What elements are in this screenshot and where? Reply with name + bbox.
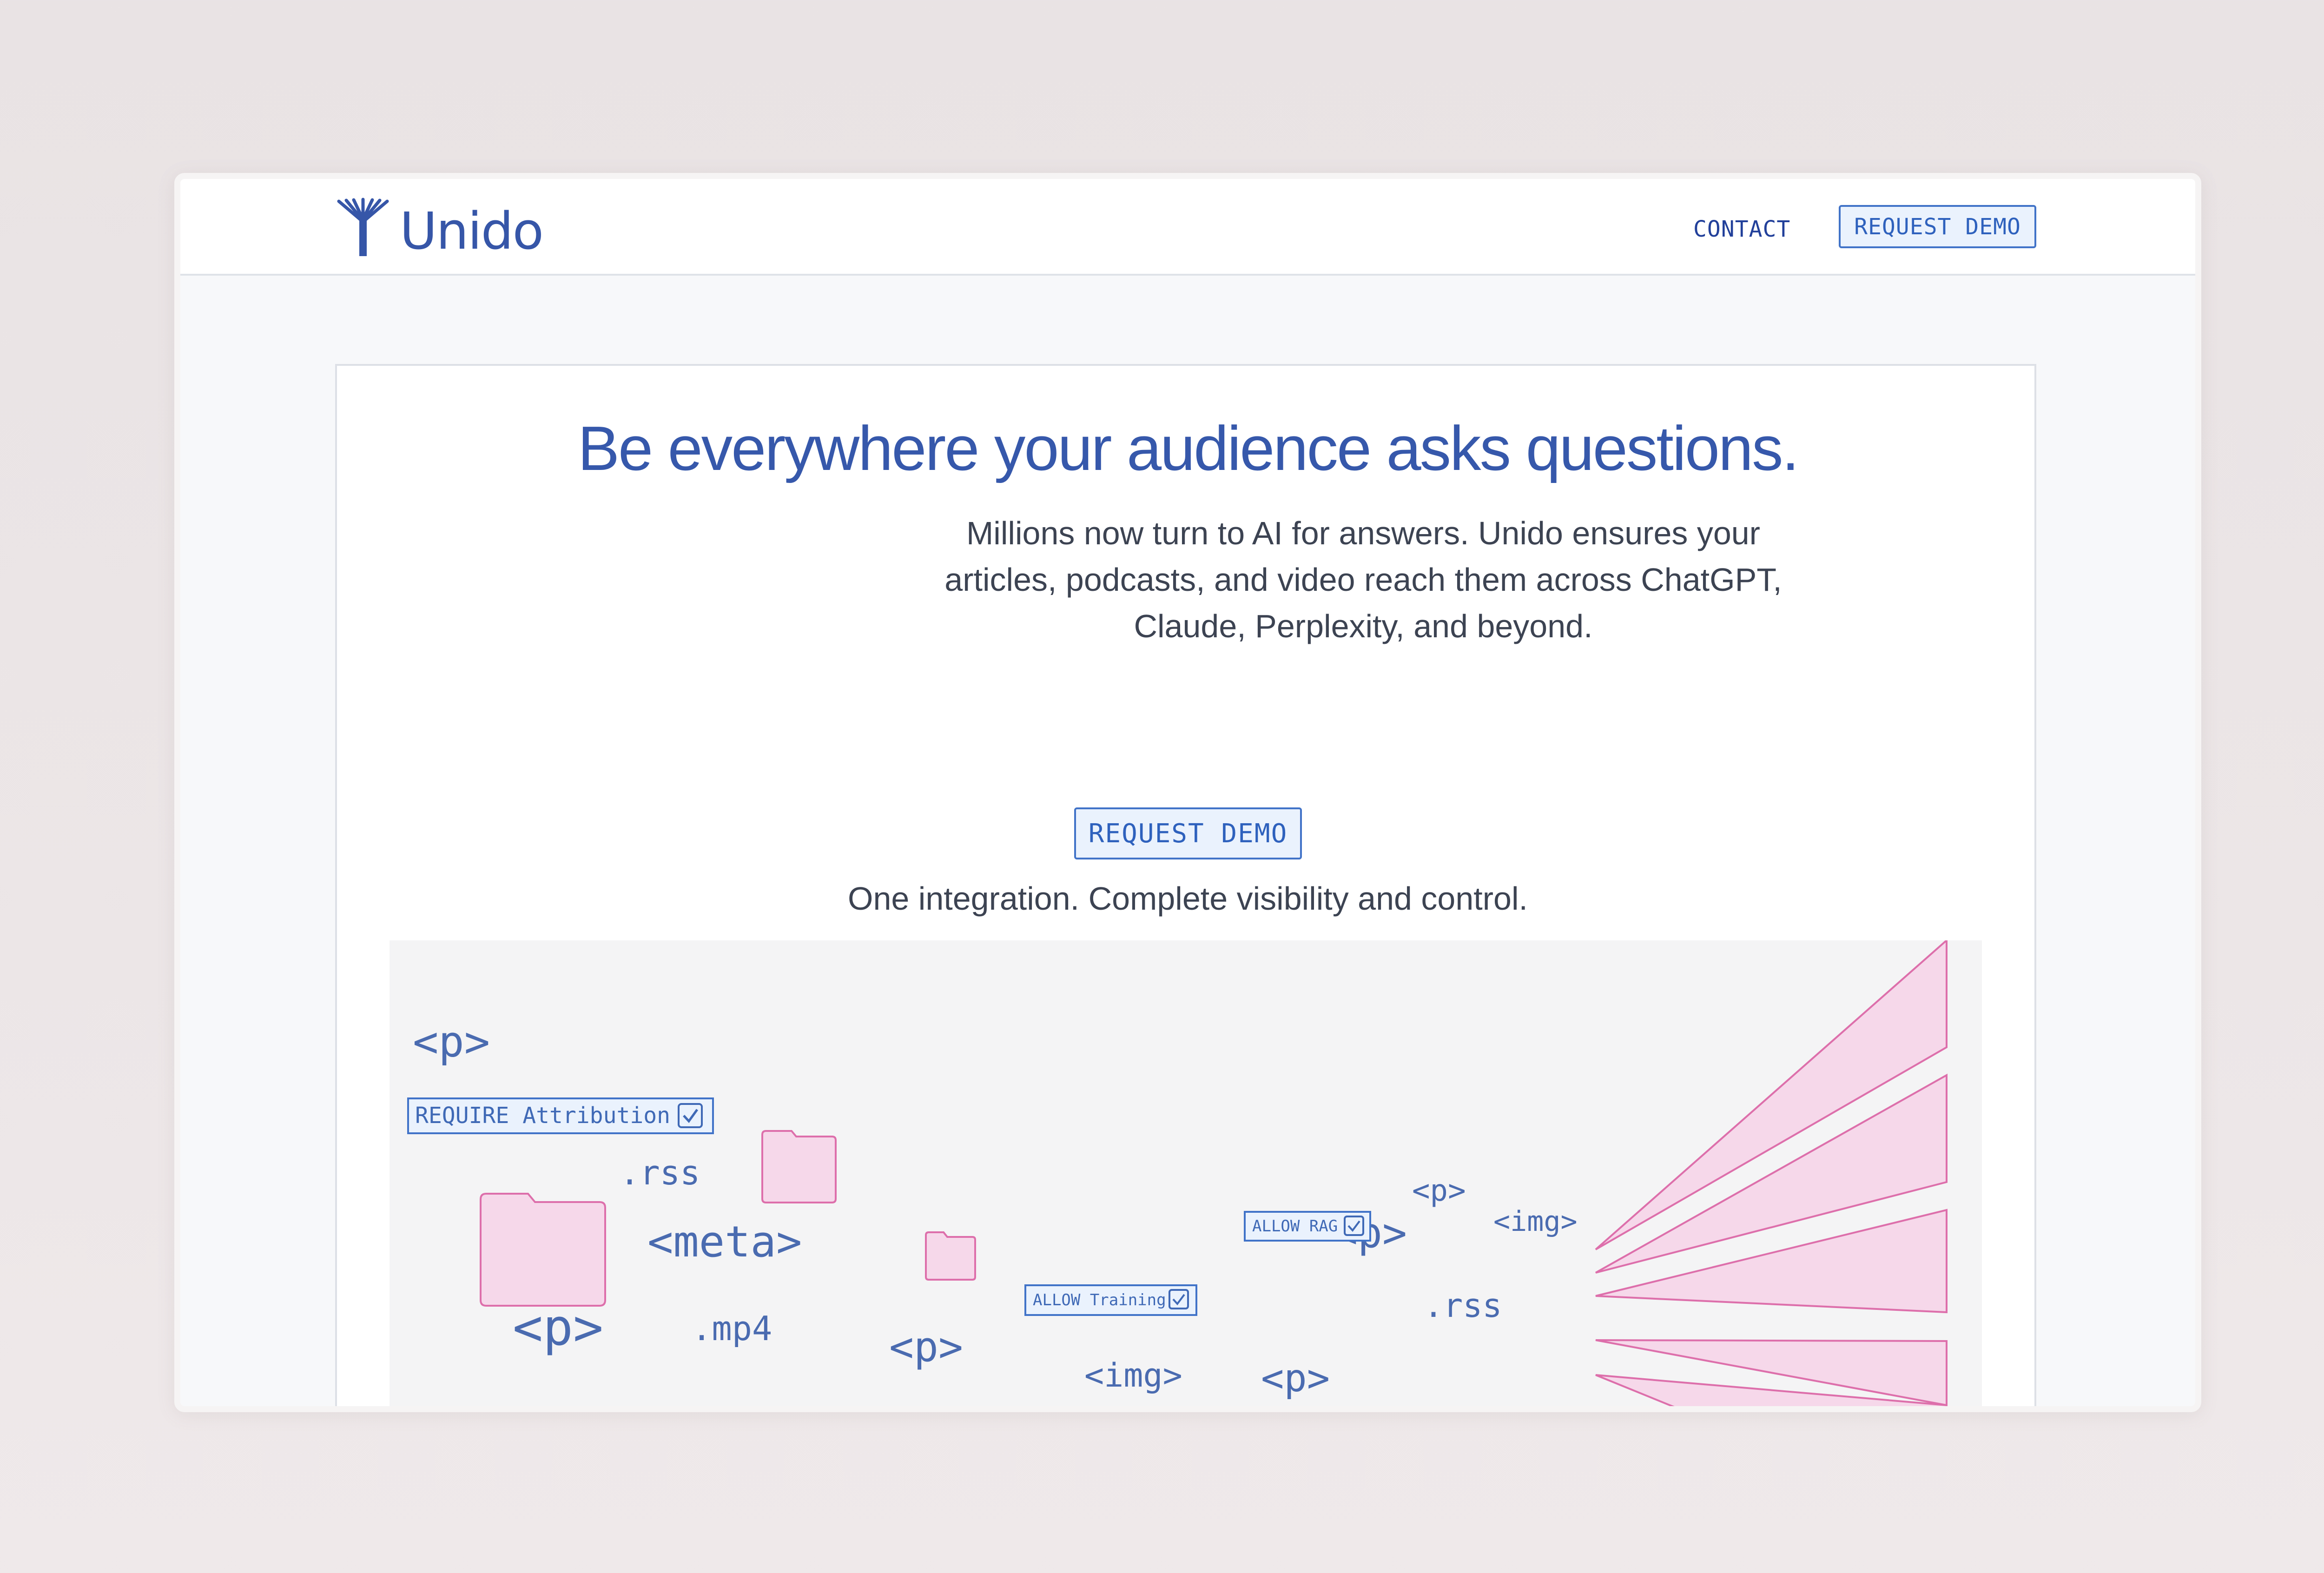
token-p: <p>: [889, 1323, 963, 1371]
brand-name[interactable]: Unido: [400, 201, 544, 261]
token-rss: .rss: [1424, 1287, 1502, 1325]
folder-icon: [925, 1231, 976, 1281]
site-header: Unido CONTACT REQUEST DEMO: [180, 179, 2195, 276]
badge-allow-training: ALLOW Training: [1024, 1284, 1197, 1316]
hero-request-demo-button[interactable]: REQUEST DEMO: [1074, 807, 1302, 859]
hero-subtitle-line: Claude, Perplexity, and beyond.: [1134, 608, 1593, 644]
browser-window: Unido CONTACT REQUEST DEMO Be everywhere…: [174, 173, 2201, 1412]
token-p: <p>: [1261, 1356, 1330, 1401]
nav-contact-link[interactable]: CONTACT: [1693, 216, 1790, 242]
token-meta: <meta>: [647, 1217, 802, 1267]
token-p: <p>: [413, 1017, 490, 1067]
unido-logo-icon[interactable]: [335, 198, 391, 258]
token-rss: .rss: [620, 1153, 700, 1192]
hero-title: Be everywhere your audience asks questio…: [577, 413, 1799, 483]
folder-icon: [761, 1130, 837, 1203]
svg-text:ALLOW Training: ALLOW Training: [1033, 1291, 1166, 1309]
illustration-canvas: .tk { font-family: "DejaVu Sans Mono", m…: [407, 940, 1948, 1406]
svg-text:REQUIRE Attribution: REQUIRE Attribution: [415, 1103, 670, 1129]
token-mp4: .mp4: [692, 1309, 772, 1348]
badge-allow-rag: ALLOW RAG: [1244, 1211, 1371, 1242]
token-p: <p>: [513, 1299, 603, 1357]
nav-request-demo-button[interactable]: REQUEST DEMO: [1839, 205, 2036, 248]
hero-subtitle: Millions now turn to AI for answers. Uni…: [868, 510, 1858, 649]
token-p: <p>: [1412, 1174, 1466, 1208]
hero-tagline: One integration. Complete visibility and…: [848, 880, 1528, 917]
folder-icon: [480, 1193, 606, 1307]
hero-subtitle-line: Millions now turn to AI for answers. Uni…: [966, 515, 1760, 551]
badge-require-attribution: REQUIRE Attribution: [407, 1097, 714, 1134]
token-img: <img>: [1493, 1205, 1578, 1238]
svg-text:ALLOW RAG: ALLOW RAG: [1252, 1217, 1338, 1236]
hero-subtitle-line: articles, podcasts, and video reach them…: [944, 562, 1782, 598]
token-img: <img>: [1084, 1356, 1182, 1395]
hero-illustration: .tk { font-family: "DejaVu Sans Mono", m…: [390, 940, 1982, 1406]
